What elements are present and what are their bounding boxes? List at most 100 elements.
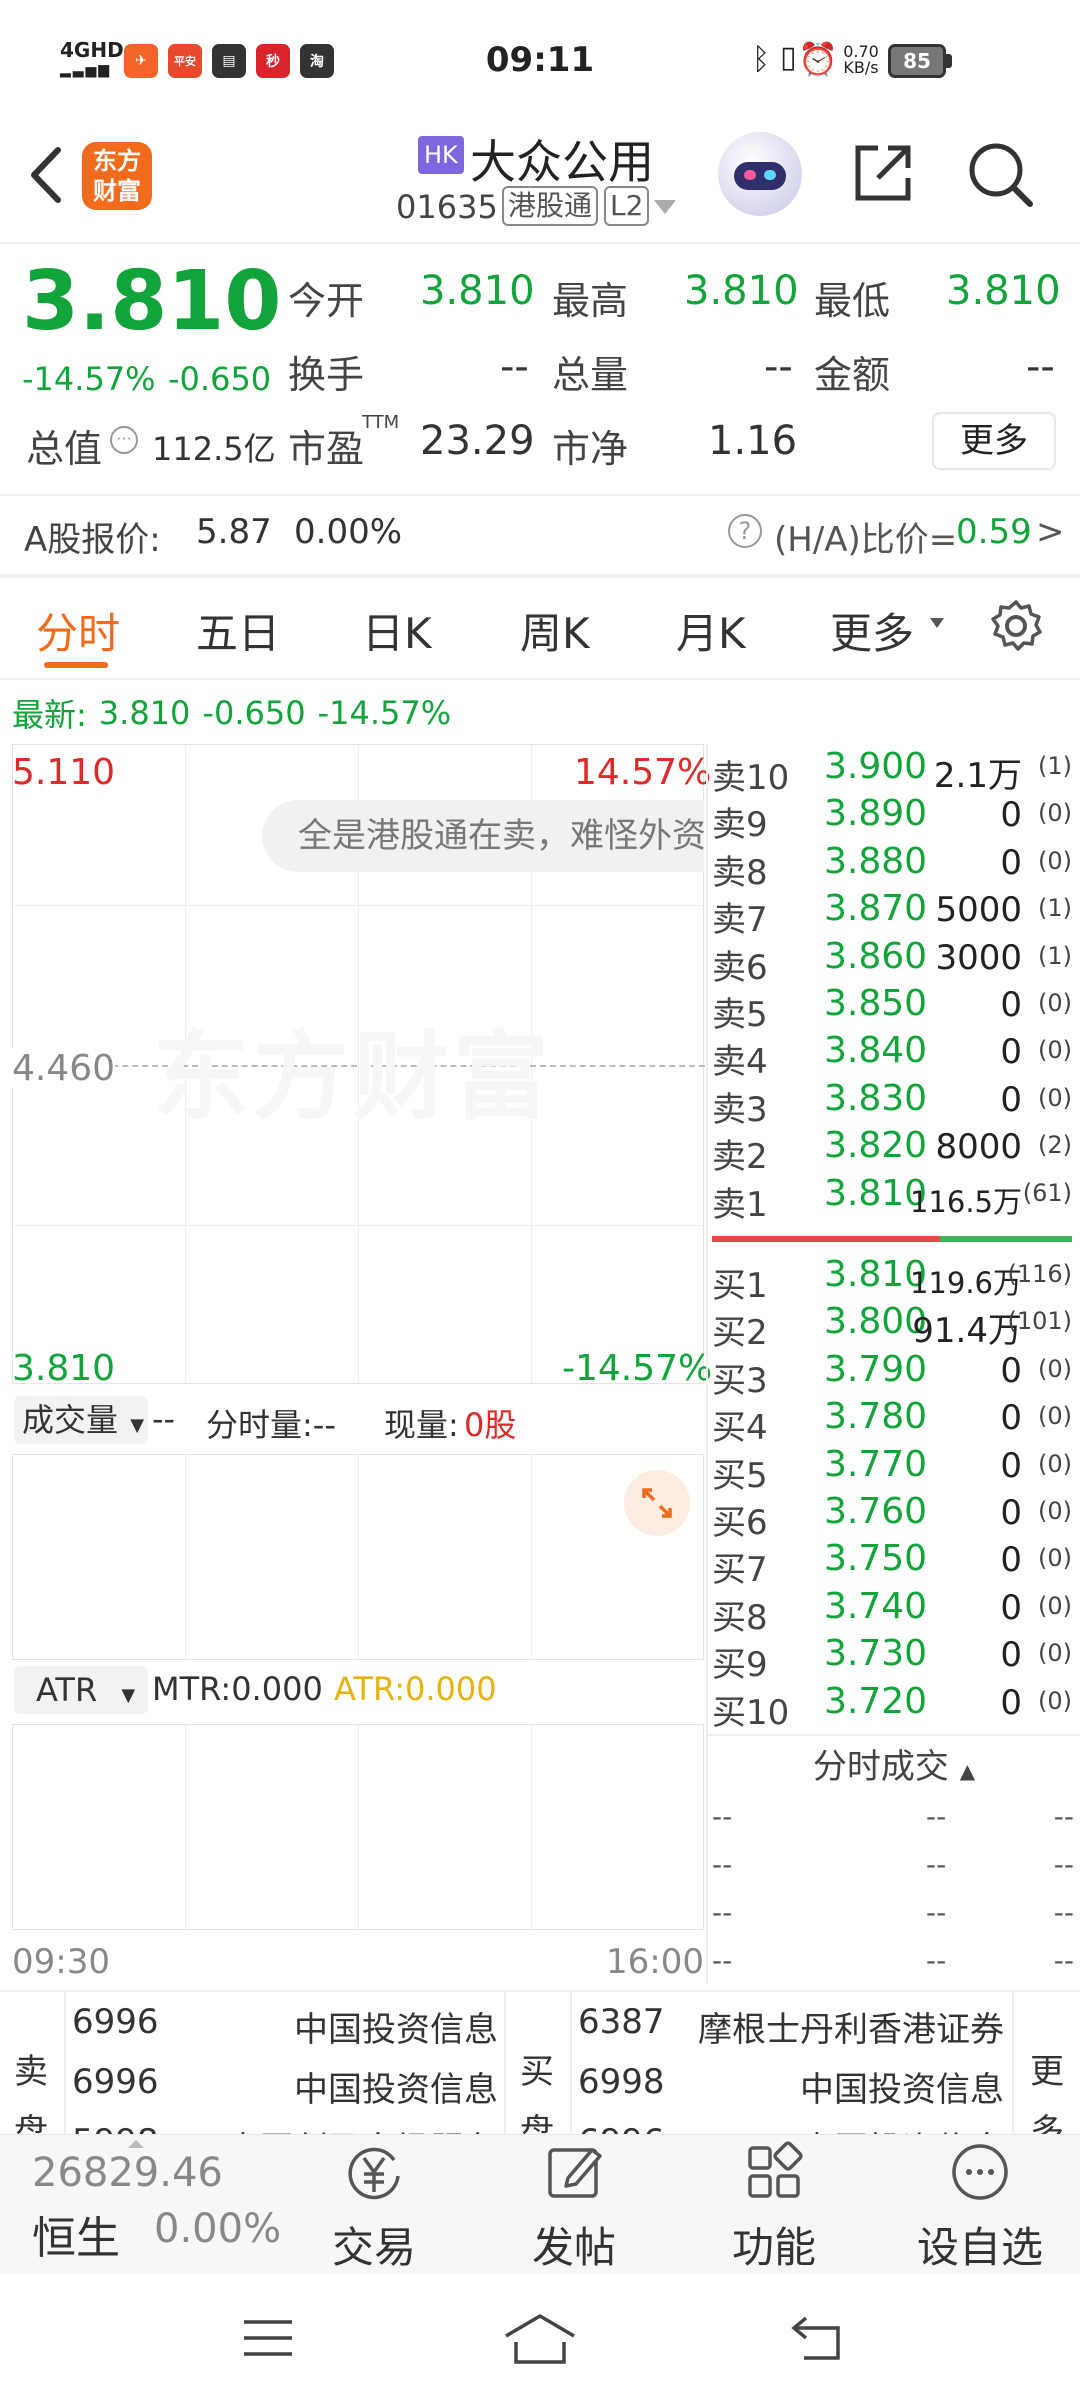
- tab-more[interactable]: 更多: [830, 600, 914, 661]
- tab-week-k[interactable]: 周K: [520, 600, 590, 661]
- divider: [0, 242, 1080, 244]
- volume-chart[interactable]: [12, 1454, 704, 1661]
- bid-order-count: (0): [1038, 1402, 1072, 1431]
- bid-volume: 0: [1000, 1540, 1022, 1581]
- back-button[interactable]: [22, 140, 72, 210]
- app-logo: 东方 财富: [82, 142, 152, 210]
- ask-volume: 8000: [935, 1127, 1022, 1168]
- buy-broker-id: 6998: [578, 2062, 665, 2102]
- volume-value: --: [764, 344, 793, 390]
- ask-row[interactable]: 卖6 3.860 3000 (1): [712, 936, 1080, 988]
- ask-order-count: (0): [1038, 799, 1072, 828]
- atr-indicator-select[interactable]: ATR ▼: [14, 1666, 148, 1714]
- grid-line: [358, 1455, 359, 1661]
- trade-cell: --: [1053, 1896, 1074, 1929]
- chart-settings-button[interactable]: [988, 598, 1044, 654]
- share-button[interactable]: [848, 138, 918, 208]
- bid-level-label: 买10: [712, 1692, 790, 1733]
- change-amt: -0.650: [168, 360, 272, 398]
- comment-toast[interactable]: 全是港股通在卖，难怪外资: [262, 800, 704, 872]
- mktcap-value: 112.5亿: [152, 430, 276, 468]
- ask-row[interactable]: 卖3 3.830 0 (0): [712, 1078, 1080, 1130]
- chevron-right-icon: >: [1036, 512, 1065, 552]
- bid-row[interactable]: 买9 3.730 0 (0): [712, 1633, 1080, 1685]
- atr-select-label: ATR: [36, 1671, 98, 1709]
- expand-button[interactable]: [624, 1470, 690, 1536]
- change-pct: -14.57%: [22, 360, 156, 398]
- ask-row[interactable]: 卖9 3.890 0 (0): [712, 793, 1080, 845]
- trade-row: -- -- --: [712, 1800, 1074, 1848]
- caret-down-icon: ▼: [130, 1415, 145, 1436]
- bid-row[interactable]: 买1 3.810 119.6万 (116): [712, 1254, 1080, 1306]
- bid-row[interactable]: 买10 3.720 0 (0): [712, 1681, 1080, 1733]
- ask-row[interactable]: 卖7 3.870 5000 (1): [712, 888, 1080, 940]
- ask-row[interactable]: 卖10 3.900 2.1万 (1): [712, 746, 1080, 798]
- battery-tip: [946, 54, 952, 68]
- search-button[interactable]: [964, 138, 1036, 210]
- buy-broker-id: 6996: [578, 2122, 665, 2134]
- bid-row[interactable]: 买2 3.800 91.4万 (101): [712, 1301, 1080, 1353]
- add-watchlist-button[interactable]: 设自选: [890, 2140, 1070, 2275]
- turnover-label: 换手: [288, 353, 365, 397]
- ask-level-label: 卖4: [712, 1042, 768, 1083]
- volume-dash: --: [152, 1400, 176, 1438]
- pe-value: 23.29: [420, 418, 535, 464]
- bid-level-label: 买3: [712, 1360, 768, 1401]
- buy-broker-row[interactable]: 6998 中国投资信息: [0, 2062, 1080, 2118]
- grid-apps-icon: [748, 2141, 803, 2198]
- trade-row: -- -- --: [712, 1944, 1074, 1992]
- trades-title: 分时成交: [812, 1747, 949, 1787]
- caret-up-icon: ▲: [959, 1759, 976, 1783]
- ai-assistant-button[interactable]: [718, 132, 802, 216]
- tab-month-k[interactable]: 月K: [676, 600, 746, 661]
- ask-row[interactable]: 卖1 3.810 116.5万 (61): [712, 1173, 1080, 1225]
- trades-toggle[interactable]: 分时成交 ▲: [708, 1740, 1080, 1794]
- bid-row[interactable]: 买5 3.770 0 (0): [712, 1444, 1080, 1496]
- grid-line: [531, 1725, 532, 1931]
- bid-row[interactable]: 买6 3.760 0 (0): [712, 1491, 1080, 1543]
- info-dots-icon[interactable]: ···: [110, 426, 138, 454]
- bid-row[interactable]: 买7 3.750 0 (0): [712, 1538, 1080, 1590]
- bid-order-count: (0): [1038, 1354, 1072, 1383]
- level-dropdown-icon[interactable]: [654, 200, 676, 214]
- ask-order-count: (0): [1038, 1083, 1072, 1112]
- menu-nav-button[interactable]: [240, 2314, 296, 2362]
- more-quote-button[interactable]: 更多: [932, 412, 1056, 470]
- index-ticker[interactable]: 26829.46 恒生 0.00%: [0, 2134, 300, 2274]
- home-nav-button[interactable]: [502, 2310, 578, 2366]
- functions-button[interactable]: 功能: [694, 2140, 854, 2275]
- back-nav-button[interactable]: [790, 2312, 846, 2364]
- bid-row[interactable]: 买8 3.740 0 (0): [712, 1586, 1080, 1638]
- latest-price: 3.810: [98, 694, 191, 732]
- help-icon[interactable]: ?: [728, 514, 762, 548]
- gear-icon: [991, 600, 1042, 651]
- tab-fenshi[interactable]: 分时: [36, 600, 120, 661]
- index-name: 恒生: [32, 2213, 120, 2264]
- bid-row[interactable]: 买3 3.790 0 (0): [712, 1349, 1080, 1401]
- bid-row[interactable]: 买4 3.780 0 (0): [712, 1396, 1080, 1448]
- ask-order-count: (0): [1038, 989, 1072, 1017]
- robot-face-icon: [734, 162, 786, 190]
- ask-volume: 116.5万: [909, 1184, 1022, 1219]
- buy-broker-row[interactable]: 6387 摩根士丹利香港证券: [0, 2002, 1080, 2058]
- ask-row[interactable]: 卖2 3.820 8000 (2): [712, 1125, 1080, 1177]
- ask-row[interactable]: 卖8 3.880 0 (0): [712, 841, 1080, 893]
- ask-order-count: (0): [1038, 846, 1072, 875]
- tab-five-day[interactable]: 五日: [196, 600, 280, 661]
- chart-top-price: 5.110: [12, 752, 116, 793]
- ask-row[interactable]: 卖4 3.840 0 (0): [712, 1030, 1080, 1082]
- post-button[interactable]: 发帖: [494, 2140, 654, 2275]
- atr-chart[interactable]: [12, 1724, 704, 1931]
- ask-row[interactable]: 卖5 3.850 0 (0): [712, 983, 1080, 1035]
- level-tag[interactable]: L2: [604, 186, 650, 226]
- trade-button[interactable]: 交易: [294, 2140, 454, 2275]
- grid-line: [358, 1725, 359, 1931]
- mtr-value: MTR:0.000: [152, 1670, 323, 1708]
- trade-cell: --: [712, 1896, 733, 1929]
- volume-indicator-select[interactable]: 成交量 ▼: [14, 1396, 148, 1444]
- bid-level-label: 买8: [712, 1597, 768, 1638]
- bid-level-label: 买5: [712, 1455, 768, 1496]
- ask-price: 3.870: [824, 888, 928, 930]
- tab-day-k[interactable]: 日K: [362, 600, 432, 661]
- buy-broker-row[interactable]: 6996 中国投资信息: [0, 2122, 1080, 2134]
